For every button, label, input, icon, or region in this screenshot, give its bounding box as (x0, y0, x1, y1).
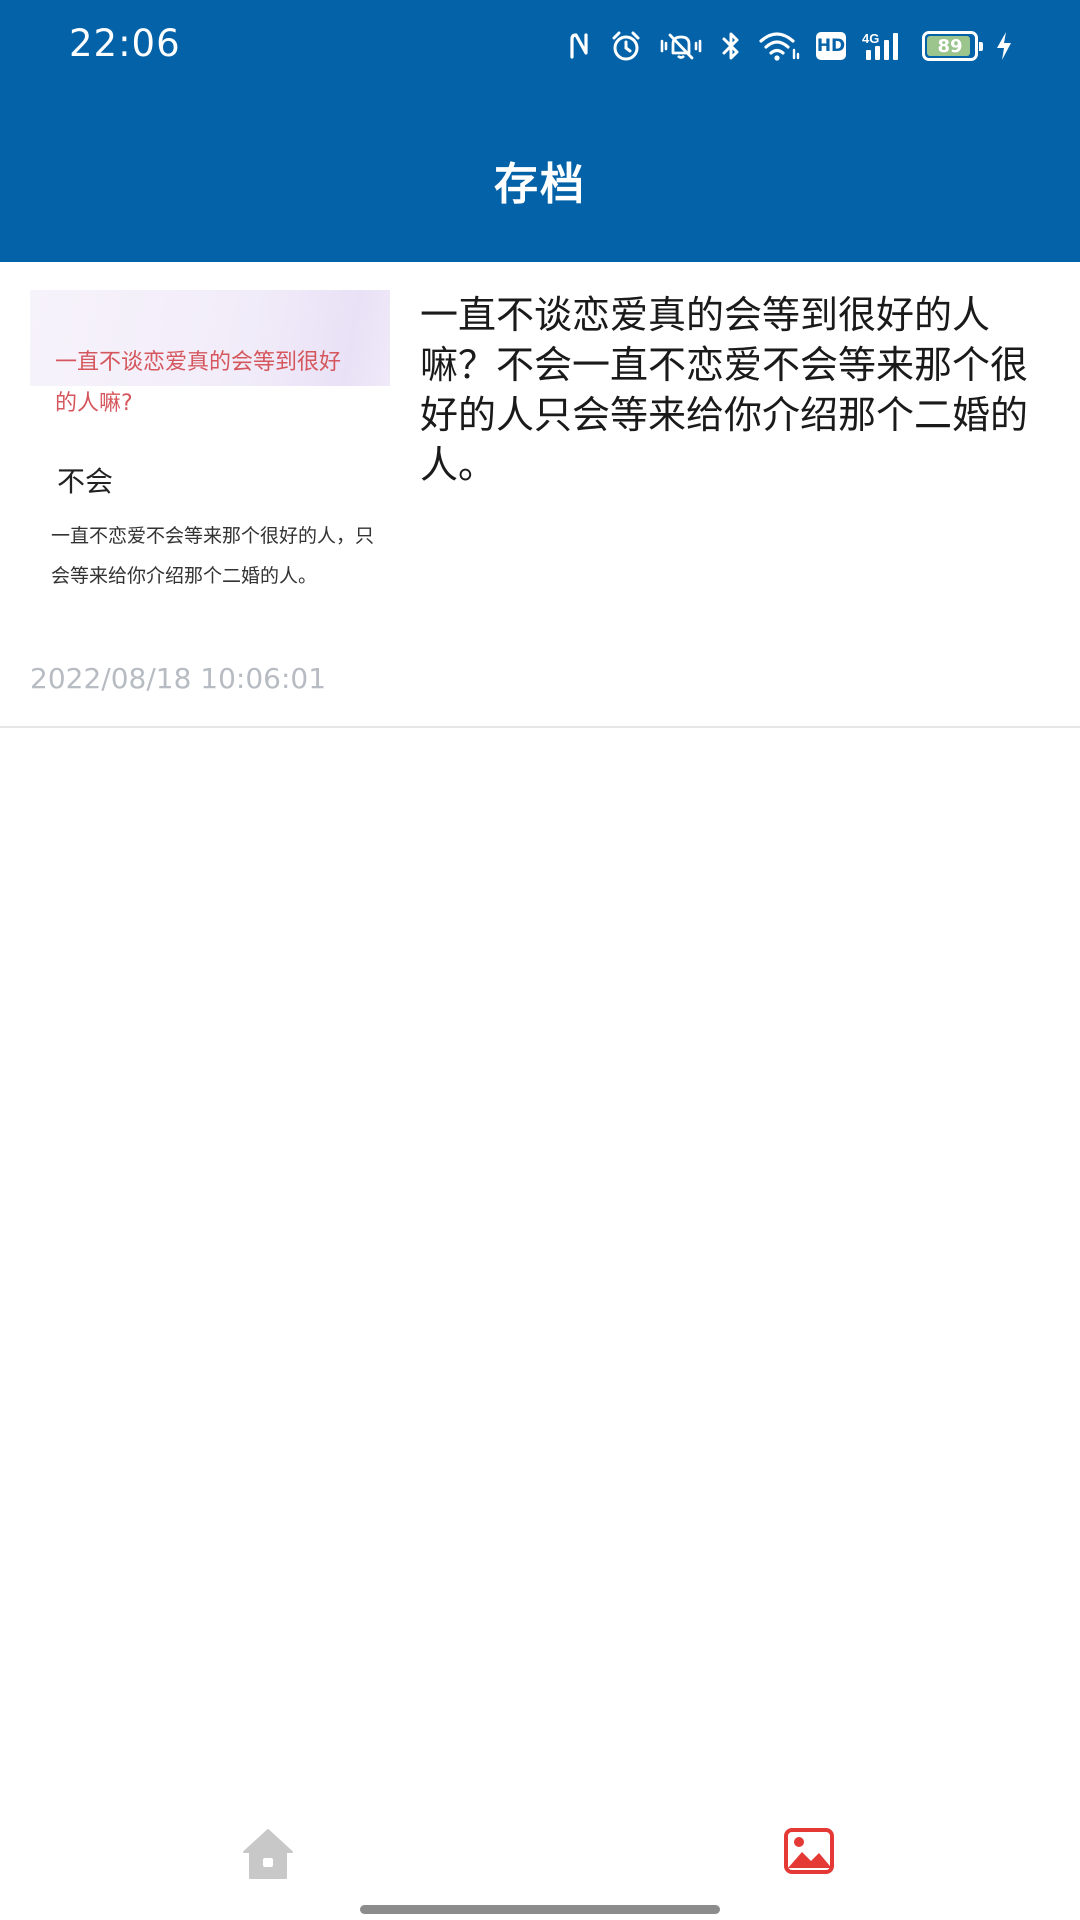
thumbnail-question: 一直不谈恋爱真的会等到很好的人嘛? (55, 350, 342, 416)
wifi-icon (759, 32, 800, 61)
home-icon[interactable] (240, 1826, 296, 1882)
bottom-navigation (0, 1800, 1080, 1920)
page-title: 存档 (494, 159, 586, 210)
cellular-signal-icon: 4G (862, 31, 898, 60)
battery-level: 89 (937, 35, 963, 57)
svg-text:4G: 4G (862, 31, 879, 46)
thumbnail-answer: 不会 (57, 465, 114, 498)
status-time: 22:06 (69, 22, 181, 65)
gallery-icon[interactable] (784, 1828, 834, 1874)
archive-thumbnail[interactable]: 一直不谈恋爱真的会等到很好的人嘛? 不会 一直不恋爱不会等来那个很好的人，只会等… (30, 290, 390, 596)
hd-voice-badge: HD (816, 32, 846, 60)
thumbnail-detail: 一直不恋爱不会等来那个很好的人，只会等来给你介绍那个二婚的人。 (51, 525, 375, 587)
archive-item-date: 2022/08/18 10:06:01 (30, 662, 327, 695)
archive-screen: 22:06 HD 4G 89 存档 一直不谈恋爱真的会等到很好的人嘛? 不会 一… (0, 0, 1080, 1920)
archive-item-text: 一直不谈恋爱真的会等到很好的人嘛？不会一直不恋爱不会等来那个很好的人只会等来给你… (420, 293, 1029, 487)
battery-icon: 89 (922, 31, 983, 61)
mute-bell-icon (660, 33, 702, 60)
gesture-home-indicator[interactable] (360, 1905, 720, 1914)
status-bar: 22:06 HD 4G 89 (0, 0, 1080, 92)
bluetooth-icon (722, 32, 739, 60)
archive-list-item[interactable]: 一直不谈恋爱真的会等到很好的人嘛? 不会 一直不恋爱不会等来那个很好的人，只会等… (0, 262, 1080, 728)
charging-icon (997, 32, 1011, 60)
status-icons: HD 4G 89 (568, 24, 1014, 68)
app-header: 22:06 HD 4G 89 存档 (0, 0, 1080, 262)
nfc-icon (570, 33, 588, 59)
alarm-icon (612, 31, 640, 61)
